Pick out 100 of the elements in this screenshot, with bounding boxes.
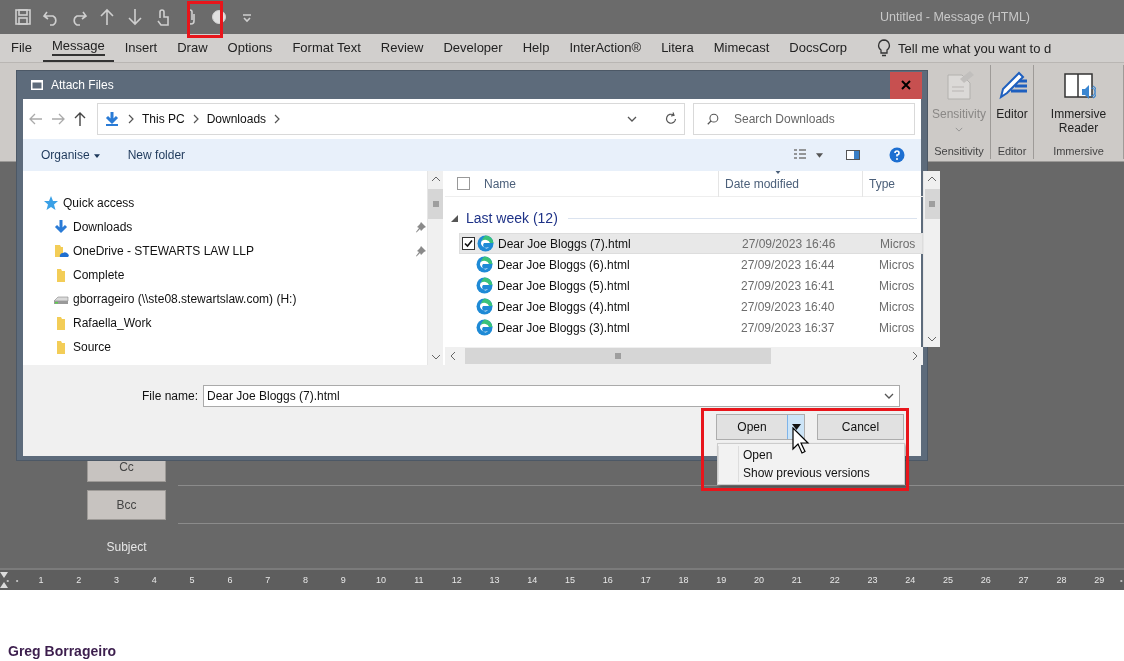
search-field[interactable]: Search Downloads	[693, 103, 915, 135]
save-icon[interactable]	[12, 6, 34, 28]
ruler-number: 20	[752, 575, 767, 585]
ribbon-tab[interactable]: Developer	[434, 34, 512, 62]
ruler-number: 12	[449, 575, 464, 585]
tell-me-search[interactable]: Tell me what you want to d	[898, 40, 1052, 56]
highlight-box	[187, 1, 223, 38]
mouse-pointer-icon	[792, 427, 812, 455]
browser-file-icon	[476, 298, 493, 315]
cloud-folder-icon	[53, 243, 69, 259]
ruler-number: 17	[638, 575, 653, 585]
ruler-number: 4	[149, 575, 159, 585]
ruler-number: 10	[374, 575, 389, 585]
chevron-icon	[126, 114, 136, 124]
nav-item[interactable]: OneDrive - STEWARTS LAW LLP	[73, 244, 254, 258]
close-button[interactable]	[890, 71, 922, 99]
browser-file-icon	[476, 256, 493, 273]
ribbon-tab[interactable]: File	[2, 34, 41, 62]
dialog-title: Attach Files	[51, 78, 114, 92]
ribbon-button[interactable]: Editor	[995, 69, 1030, 145]
window-icon	[31, 80, 43, 90]
ruler-number: 19	[714, 575, 729, 585]
breadcrumb[interactable]: This PC	[142, 112, 185, 126]
ruler-number: 27	[1016, 575, 1031, 585]
column-header[interactable]: Name	[484, 176, 516, 191]
ruler-number: 13	[487, 575, 502, 585]
ribbon-tab[interactable]: Format Text	[283, 34, 370, 62]
pin-icon[interactable]	[415, 221, 427, 233]
select-all-checkbox[interactable]	[457, 177, 470, 190]
address-bar[interactable]: This PC Downloads	[97, 103, 685, 135]
toolbar-button[interactable]: Organise	[33, 144, 108, 166]
nav-item[interactable]: Rafaella_Work	[73, 316, 152, 330]
browser-file-icon	[477, 235, 494, 252]
file-row[interactable]: Dear Joe Bloggs (5).html 27/09/2023 16:41 Micros	[459, 275, 923, 296]
ruler-number: 14	[525, 575, 540, 585]
ruler-number: 25	[941, 575, 956, 585]
checkbox[interactable]	[462, 237, 475, 250]
lightbulb-icon[interactable]	[876, 39, 893, 57]
ribbon-tab[interactable]: Review	[371, 34, 433, 62]
nav-item[interactable]: Source	[73, 340, 112, 354]
field-label: File name:	[140, 389, 199, 403]
nav-item[interactable]: Quick access	[63, 196, 135, 210]
scrollbar[interactable]	[923, 171, 940, 347]
ribbon-button[interactable]: Immersive Reader	[1038, 69, 1119, 145]
signature-name: Greg Borrageiro	[8, 643, 118, 659]
ribbon-tab[interactable]: Draw	[168, 34, 217, 62]
cancel-button[interactable]: Cancel	[817, 414, 904, 440]
ruler-number: 18	[676, 575, 691, 585]
ribbon-tab[interactable]: Litera	[652, 34, 703, 62]
ribbon-tab[interactable]: Options	[218, 34, 282, 62]
nav-item[interactable]: Complete	[73, 268, 125, 282]
ruler-number: 6	[225, 575, 235, 585]
file-row[interactable]: Dear Joe Bloggs (4).html 27/09/2023 16:40 Micros	[459, 296, 923, 317]
ruler-number: 11	[412, 575, 426, 585]
ruler-number: 22	[827, 575, 842, 585]
nav-item[interactable]: Downloads	[73, 220, 133, 234]
indent-marker-icon[interactable]	[0, 572, 8, 588]
toolbar-button[interactable]: New folder	[119, 144, 194, 166]
ribbon-tab[interactable]: DocsCorp	[780, 34, 857, 62]
pin-icon[interactable]	[415, 245, 427, 257]
refresh-icon[interactable]	[664, 112, 678, 126]
ribbon-tab[interactable]: Insert	[115, 34, 167, 62]
ruler-number: 2	[74, 575, 84, 585]
scrollbar[interactable]	[427, 171, 443, 365]
group-label: Sensitivity	[934, 145, 984, 157]
help-icon[interactable]	[889, 147, 905, 163]
ruler-number: 8	[300, 575, 310, 585]
file-row[interactable]: Dear Joe Bloggs (6).html 27/09/2023 16:44 Micros	[459, 254, 923, 275]
column-header[interactable]: Date modified	[725, 176, 800, 191]
ruler-number: 5	[187, 575, 197, 585]
ruler-number: 9	[338, 575, 348, 585]
window-title: Untitled - Message (HTML)	[879, 10, 1030, 24]
column-header[interactable]: Type	[869, 176, 895, 191]
preview-pane-icon[interactable]	[845, 147, 861, 163]
breadcrumb[interactable]: Downloads	[206, 112, 267, 126]
download-arrow-icon	[104, 111, 120, 127]
scrollbar[interactable]	[445, 347, 923, 365]
browser-file-icon	[476, 277, 493, 294]
caret-icon[interactable]	[93, 153, 100, 158]
caret-icon[interactable]	[816, 152, 823, 158]
file-row[interactable]: Dear Joe Bloggs (7).html 27/09/2023 16:46 Micros	[459, 233, 923, 254]
ruler-number: 16	[600, 575, 615, 585]
ruler-number: 3	[112, 575, 121, 585]
group-header[interactable]: Last week (12)	[466, 210, 558, 226]
ruler-number: 21	[789, 575, 804, 585]
ribbon-tab[interactable]: InterAction®	[560, 34, 651, 62]
ribbon-tab[interactable]: Help	[513, 34, 559, 62]
browser-file-icon	[476, 319, 493, 336]
collapse-triangle-icon[interactable]	[451, 214, 458, 222]
caret-icon[interactable]	[791, 424, 801, 430]
ribbon-tab[interactable]: Mimecast	[704, 34, 779, 62]
search-icon	[706, 112, 720, 126]
nav-item[interactable]: gborrageiro (\\ste08.stewartslaw.com) (H:)	[73, 292, 297, 306]
ruler-number: 1	[36, 575, 46, 585]
ruler-number: 29	[1092, 575, 1107, 585]
file-row[interactable]: Dear Joe Bloggs (3).html 27/09/2023 16:37 Micros	[459, 317, 923, 338]
field-label: Subject	[105, 539, 148, 556]
recipient-button[interactable]: Bcc	[87, 490, 166, 520]
close-icon[interactable]	[901, 80, 911, 90]
group-label: Immersive	[1053, 145, 1104, 157]
